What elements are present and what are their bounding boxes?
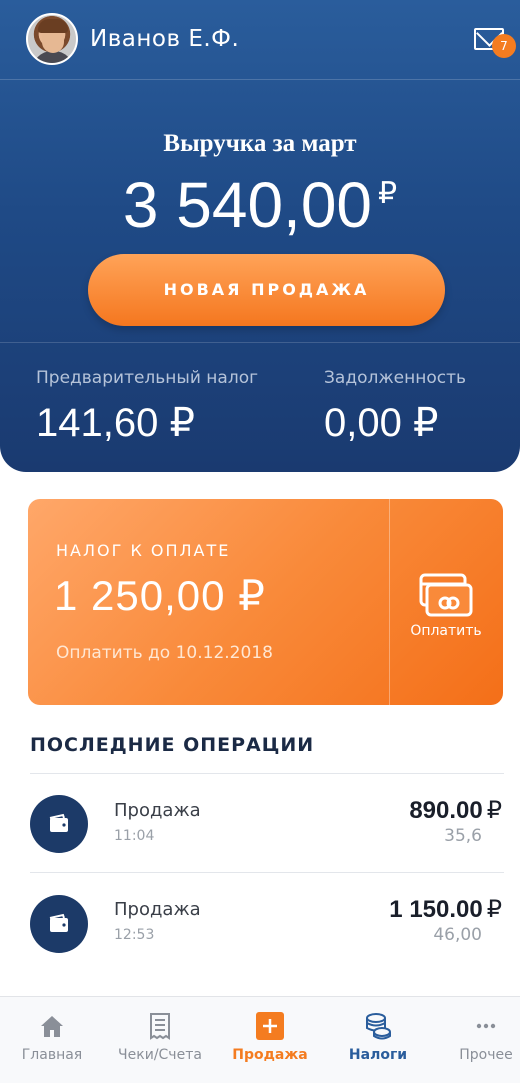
pay-button-label[interactable]: Оплатить: [389, 623, 503, 639]
currency-symbol: ₽: [486, 896, 502, 923]
operation-time: 11:04: [114, 828, 155, 844]
tab-label: Налоги: [348, 1047, 408, 1063]
wallet-icon: [30, 795, 88, 853]
amount-value: 1 150.00: [389, 896, 483, 923]
tab-label: Главная: [21, 1047, 83, 1063]
tab-label: Чеки/Счета: [118, 1047, 202, 1063]
divider: [30, 773, 504, 774]
tab-sale[interactable]: Продажа: [218, 997, 322, 1083]
unread-badge: 7: [492, 34, 516, 58]
operation-name[interactable]: Продажа: [114, 800, 201, 821]
currency-symbol: ₽: [378, 177, 398, 210]
new-sale-button[interactable]: НОВАЯ ПРОДАЖА: [88, 254, 445, 326]
debt-value: 0,00 ₽: [324, 401, 439, 445]
plus-icon: [256, 1012, 284, 1040]
currency-symbol: ₽: [486, 797, 502, 824]
home-icon: [41, 1016, 63, 1037]
top-bar: Иванов Е.Ф. 7: [0, 0, 520, 80]
divider: [30, 872, 504, 873]
revenue-title: Выручка за март: [163, 130, 357, 157]
tax-card-title: НАЛОГ К ОПЛАТЕ: [56, 541, 231, 560]
tab-taxes[interactable]: Налоги: [326, 997, 430, 1083]
avatar[interactable]: [26, 13, 78, 65]
tab-label: Прочее: [459, 1047, 513, 1063]
operation-time: 12:53: [114, 927, 155, 943]
divider: [0, 342, 520, 343]
debt-label: Задолженность: [324, 368, 467, 388]
receipt-icon: [150, 1013, 170, 1040]
revenue-value: 3 540,00: [122, 169, 373, 241]
tab-receipts[interactable]: Чеки/Счета: [108, 997, 212, 1083]
operation-tax: 35,6: [444, 826, 482, 846]
user-name[interactable]: Иванов Е.Ф.: [90, 26, 239, 52]
operation-name[interactable]: Продажа: [114, 899, 201, 920]
prelim-tax-value: 141,60 ₽: [36, 401, 195, 445]
wallet-icon: [30, 895, 88, 953]
tax-due-card: НАЛОГ К ОПЛАТЕ 1 250,00 ₽ Оплатить до 10…: [28, 499, 503, 705]
operation-amount: 890.00 ₽: [409, 796, 502, 825]
bottom-tab-bar: Главная Чеки/Счета Продажа Налоги Прочее: [0, 996, 520, 1083]
card-payment-icon[interactable]: [419, 573, 473, 617]
tab-more[interactable]: Прочее: [434, 997, 520, 1083]
more-icon: [476, 1023, 496, 1029]
operation-tax: 46,00: [433, 925, 482, 945]
tab-home[interactable]: Главная: [0, 997, 104, 1083]
tax-amount: 1 250,00 ₽: [54, 572, 266, 619]
tab-label: Продажа: [232, 1047, 308, 1063]
operation-amount: 1 150.00 ₽: [389, 895, 502, 924]
tax-due-date: Оплатить до 10.12.2018: [56, 643, 273, 663]
prelim-tax-label: Предварительный налог: [36, 368, 259, 388]
card-divider: [389, 499, 390, 705]
amount-value: 890.00: [409, 797, 483, 824]
hero-panel: Иванов Е.Ф. 7 Выручка за март 3 540,00 ₽ …: [0, 0, 520, 472]
revenue-amount: 3 540,00 ₽: [0, 168, 520, 242]
recent-operations-title: ПОСЛЕДНИЕ ОПЕРАЦИИ: [30, 734, 315, 756]
coins-icon: [366, 1013, 391, 1040]
